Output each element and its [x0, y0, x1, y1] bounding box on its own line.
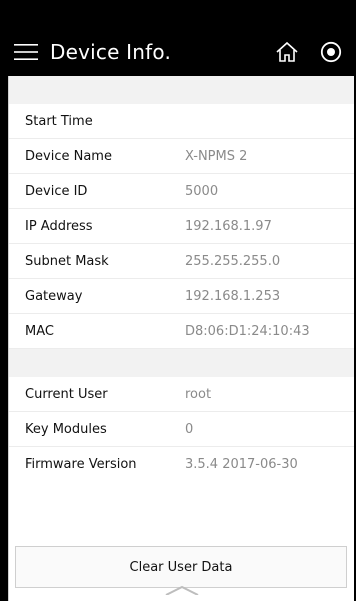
menu-icon[interactable]: [12, 40, 40, 64]
row-value: 5000: [185, 183, 219, 199]
app-frame: Device Info. Start Time Device Name X-NP…: [0, 0, 356, 601]
row-current-user: Current User root: [9, 377, 354, 412]
home-icon[interactable]: [272, 37, 302, 67]
app-bar: Device Info.: [0, 28, 356, 76]
row-label: Device ID: [25, 183, 88, 199]
row-value: 192.168.1.253: [185, 288, 281, 304]
row-label: Key Modules: [25, 421, 107, 437]
network-info-list: Start Time Device Name X-NPMS 2 Device I…: [9, 104, 354, 349]
scroll-up-chevron-icon: [9, 581, 354, 601]
row-device-name: Device Name X-NPMS 2: [9, 139, 354, 174]
row-label: IP Address: [25, 218, 93, 234]
row-value: 3.5.4 2017-06-30: [185, 457, 298, 472]
row-mac: MAC D8:06:D1:24:10:43: [9, 314, 354, 349]
row-value: root: [185, 386, 212, 402]
row-label: Gateway: [25, 288, 83, 304]
row-value: 0: [185, 421, 194, 437]
row-start-time: Start Time: [9, 104, 354, 139]
row-ip-address: IP Address 192.168.1.97: [9, 209, 354, 244]
row-label: Start Time: [25, 113, 93, 129]
row-firmware-version: Firmware Version 3.5.4 2017-06-30: [9, 447, 354, 482]
row-label: Subnet Mask: [25, 253, 109, 269]
row-label: Current User: [25, 386, 108, 402]
section-gap: [9, 349, 354, 377]
record-icon[interactable]: [316, 37, 346, 67]
row-gateway: Gateway 192.168.1.253: [9, 279, 354, 314]
row-label: MAC: [25, 323, 54, 339]
device-info-panel: Start Time Device Name X-NPMS 2 Device I…: [8, 76, 354, 601]
row-value: X-NPMS 2: [185, 148, 248, 164]
status-bar: [0, 0, 356, 28]
row-value: 255.255.255.0: [185, 253, 281, 269]
row-label: Device Name: [25, 148, 112, 164]
row-device-id: Device ID 5000: [9, 174, 354, 209]
row-label: Firmware Version: [25, 457, 137, 472]
system-info-list: Current User root Key Modules 0 Firmware…: [9, 377, 354, 482]
spacer: [9, 482, 354, 546]
row-value: 192.168.1.97: [185, 218, 272, 234]
row-value: D8:06:D1:24:10:43: [185, 323, 310, 339]
row-subnet-mask: Subnet Mask 255.255.255.0: [9, 244, 354, 279]
row-key-modules: Key Modules 0: [9, 412, 354, 447]
section-gap: [9, 76, 354, 104]
page-title: Device Info.: [50, 40, 172, 64]
